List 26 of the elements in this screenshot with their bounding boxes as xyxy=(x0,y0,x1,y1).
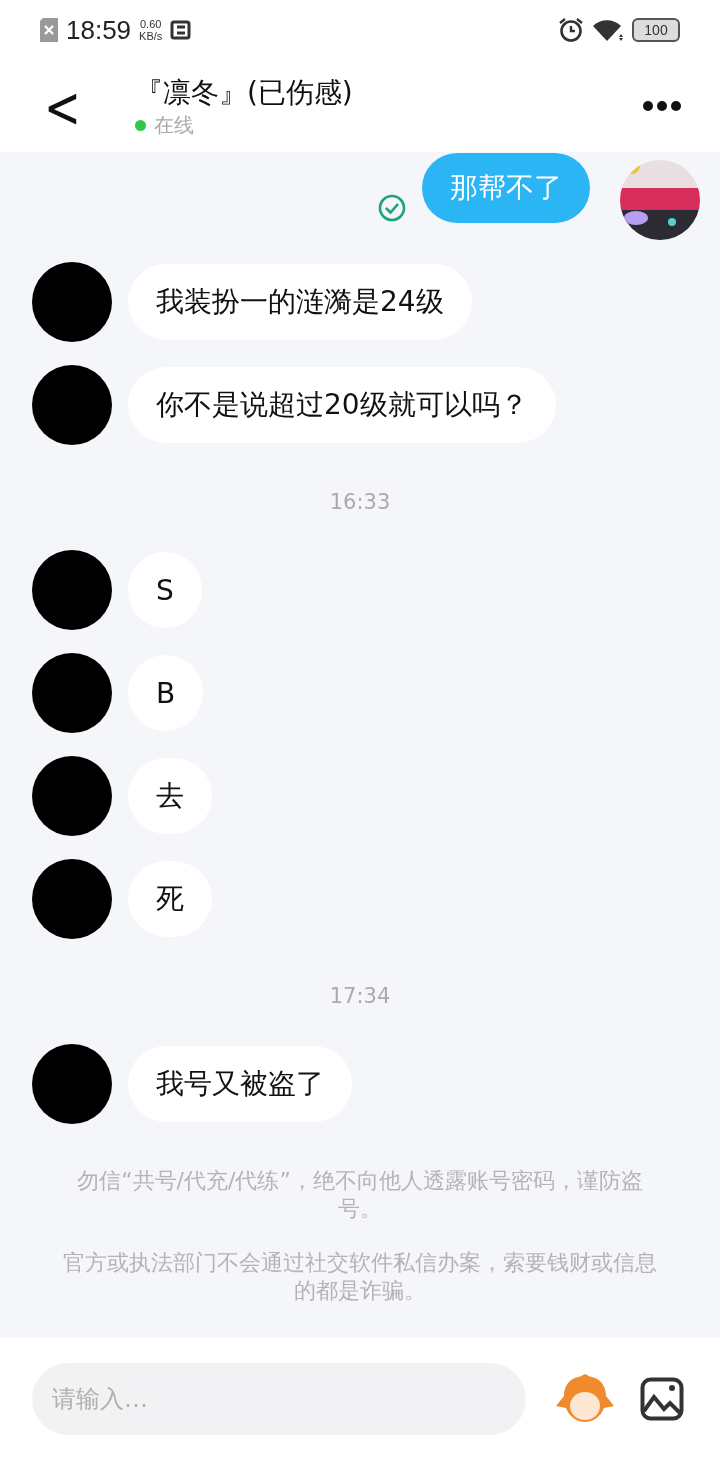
received-message-bubble: 死 xyxy=(128,861,212,937)
received-message-bubble: 你不是说超过20级就可以吗？ xyxy=(128,367,556,443)
no-sim-icon xyxy=(40,18,58,42)
clock-time: 18:59 xyxy=(66,14,132,46)
image-icon[interactable] xyxy=(640,1377,684,1421)
received-message-bubble: B xyxy=(128,655,204,731)
received-message-bubble: 去 xyxy=(128,758,212,834)
more-icon[interactable] xyxy=(642,100,682,112)
safety-notice: 官方或执法部门不会通过社交软件私信办案，索要钱财或信息的都是诈骗。 xyxy=(62,1249,658,1305)
sent-message-bubble: 那帮不了 xyxy=(422,153,590,223)
received-message-bubble: S xyxy=(128,552,202,628)
speed-unit: KB/s xyxy=(139,30,163,42)
online-status: 在线 xyxy=(153,111,194,139)
received-message-bubble: 我装扮一的涟漪是24级 xyxy=(128,264,472,340)
back-button[interactable]: < xyxy=(36,72,89,140)
timestamp: 17:34 xyxy=(329,984,391,1008)
battery-icon: 100 xyxy=(632,18,680,42)
contact-name: 『凛冬』(已伤感) xyxy=(134,74,354,111)
wifi-icon xyxy=(592,18,624,42)
alarm-icon xyxy=(558,17,584,43)
message-input[interactable]: 请输入… xyxy=(32,1363,526,1435)
timestamp: 16:33 xyxy=(329,490,391,514)
notification-icon xyxy=(170,19,193,41)
safety-notice: 勿信“共号/代充/代练”，绝不向他人透露账号密码，谨防盗号。 xyxy=(76,1167,644,1223)
received-message-bubble: 我号又被盗了 xyxy=(128,1046,352,1122)
network-speed: 0.60 xyxy=(140,18,162,30)
